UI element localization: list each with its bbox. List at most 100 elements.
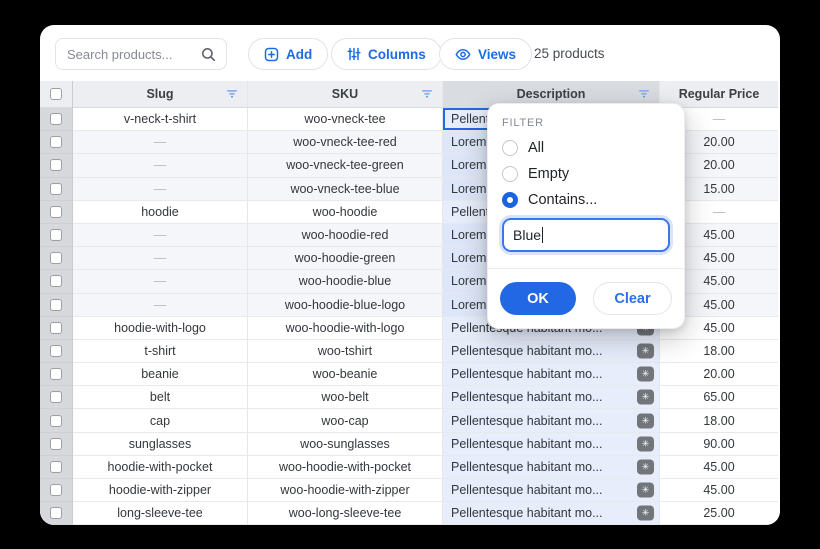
filter-option-empty[interactable]: Empty (502, 166, 670, 182)
row-checkbox[interactable] (50, 368, 62, 381)
slug-cell[interactable]: — (73, 270, 248, 294)
filter-funnel-icon[interactable] (421, 90, 433, 99)
description-cell[interactable]: Pellentesque habitant mo... ✳ (443, 409, 660, 433)
asterisk-icon[interactable]: ✳ (637, 389, 654, 405)
sku-cell[interactable]: woo-belt (248, 386, 443, 410)
row-checkbox[interactable] (50, 205, 62, 218)
slug-cell[interactable]: — (73, 247, 248, 271)
row-gutter-cell (40, 339, 73, 364)
add-button[interactable]: Add (248, 38, 329, 70)
row-checkbox[interactable] (50, 252, 62, 265)
search-box[interactable] (55, 38, 227, 70)
sku-cell[interactable]: woo-hoodie-blue-logo (248, 293, 443, 317)
description-cell[interactable]: Pellentesque habitant mo... ✳ (443, 455, 660, 479)
filter-text-input[interactable]: Blue (502, 218, 670, 252)
slug-cell[interactable]: — (73, 177, 248, 201)
sku-cell[interactable]: woo-cap (248, 409, 443, 433)
sku-cell[interactable]: woo-hoodie (248, 200, 443, 224)
description-cell[interactable]: Pellentesque habitant mo... ✳ (443, 363, 660, 387)
radio-unselected-icon[interactable] (502, 166, 518, 182)
column-header-slug[interactable]: Slug (73, 81, 248, 108)
row-checkbox[interactable] (50, 229, 62, 242)
sku-cell[interactable]: woo-hoodie-red (248, 223, 443, 248)
asterisk-icon[interactable]: ✳ (637, 343, 654, 359)
sku-cell[interactable]: woo-hoodie-with-logo (248, 316, 443, 340)
row-checkbox[interactable] (50, 391, 62, 404)
price-cell[interactable]: 20.00 (660, 363, 778, 387)
description-cell[interactable]: Pellentesque habitant mo... ✳ (443, 502, 660, 525)
slug-cell[interactable]: — (73, 293, 248, 317)
slug-cell[interactable]: hoodie-with-pocket (73, 455, 248, 479)
price-cell[interactable]: 45.00 (660, 455, 778, 479)
sku-cell[interactable]: woo-tshirt (248, 339, 443, 364)
asterisk-icon[interactable]: ✳ (637, 459, 654, 475)
sku-cell[interactable]: woo-sunglasses (248, 432, 443, 456)
sku-cell[interactable]: woo-hoodie-blue (248, 270, 443, 294)
slug-cell[interactable]: v-neck-t-shirt (73, 108, 248, 132)
column-header-sku[interactable]: SKU (248, 81, 443, 108)
description-cell[interactable]: Pellentesque habitant mo... ✳ (443, 386, 660, 410)
row-checkbox[interactable] (50, 414, 62, 427)
row-checkbox[interactable] (50, 275, 62, 288)
price-cell[interactable]: 25.00 (660, 502, 778, 525)
price-cell[interactable]: 18.00 (660, 409, 778, 433)
row-checkbox[interactable] (50, 136, 62, 149)
filter-funnel-icon[interactable] (638, 90, 650, 99)
slug-cell[interactable]: beanie (73, 363, 248, 387)
sku-cell[interactable]: woo-beanie (248, 363, 443, 387)
filter-option-contains[interactable]: Contains... (502, 192, 670, 208)
radio-unselected-icon[interactable] (502, 140, 518, 156)
filter-funnel-icon[interactable] (226, 90, 238, 99)
views-button[interactable]: Views (439, 38, 533, 70)
slug-cell[interactable]: long-sleeve-tee (73, 502, 248, 525)
search-input[interactable] (67, 46, 201, 62)
asterisk-icon[interactable]: ✳ (637, 436, 654, 452)
price-cell[interactable]: 90.00 (660, 432, 778, 456)
sku-cell[interactable]: woo-vneck-tee-blue (248, 177, 443, 201)
row-checkbox[interactable] (50, 113, 62, 126)
row-checkbox[interactable] (50, 298, 62, 311)
asterisk-icon[interactable]: ✳ (637, 366, 654, 382)
slug-cell[interactable]: — (73, 154, 248, 178)
clear-button[interactable]: Clear (593, 282, 672, 315)
sku-cell[interactable]: woo-long-sleeve-tee (248, 502, 443, 525)
slug-cell[interactable]: — (73, 131, 248, 155)
asterisk-icon[interactable]: ✳ (637, 482, 654, 498)
price-cell[interactable]: 18.00 (660, 339, 778, 364)
asterisk-icon[interactable]: ✳ (637, 505, 654, 521)
description-cell[interactable]: Pellentesque habitant mo... ✳ (443, 339, 660, 364)
price-cell[interactable]: 65.00 (660, 386, 778, 410)
columns-button[interactable]: Columns (331, 38, 442, 70)
sku-cell[interactable]: woo-hoodie-with-pocket (248, 455, 443, 479)
sku-cell[interactable]: woo-hoodie-with-zipper (248, 479, 443, 503)
sku-cell[interactable]: woo-vneck-tee-red (248, 131, 443, 155)
row-checkbox[interactable] (50, 159, 62, 172)
row-checkbox[interactable] (50, 460, 62, 473)
radio-selected-icon[interactable] (502, 192, 518, 208)
sku-cell[interactable]: woo-vneck-tee (248, 108, 443, 132)
row-gutter-cell (40, 177, 73, 201)
asterisk-icon[interactable]: ✳ (637, 413, 654, 429)
slug-cell[interactable]: hoodie-with-zipper (73, 479, 248, 503)
row-checkbox[interactable] (50, 507, 62, 520)
slug-cell[interactable]: cap (73, 409, 248, 433)
row-checkbox[interactable] (50, 321, 62, 334)
filter-option-all[interactable]: All (502, 140, 670, 156)
row-checkbox[interactable] (50, 437, 62, 450)
row-checkbox[interactable] (50, 484, 62, 497)
row-checkbox[interactable] (50, 344, 62, 357)
sku-cell[interactable]: woo-vneck-tee-green (248, 154, 443, 178)
slug-cell[interactable]: hoodie-with-logo (73, 316, 248, 340)
slug-cell[interactable]: — (73, 223, 248, 248)
slug-cell[interactable]: belt (73, 386, 248, 410)
slug-cell[interactable]: sunglasses (73, 432, 248, 456)
price-cell[interactable]: 45.00 (660, 479, 778, 503)
ok-button[interactable]: OK (500, 282, 576, 315)
description-cell[interactable]: Pellentesque habitant mo... ✳ (443, 479, 660, 503)
slug-cell[interactable]: hoodie (73, 200, 248, 224)
sku-cell[interactable]: woo-hoodie-green (248, 247, 443, 271)
row-checkbox[interactable] (50, 182, 62, 195)
description-cell[interactable]: Pellentesque habitant mo... ✳ (443, 432, 660, 456)
slug-cell[interactable]: t-shirt (73, 339, 248, 364)
select-all-checkbox[interactable] (50, 88, 62, 100)
